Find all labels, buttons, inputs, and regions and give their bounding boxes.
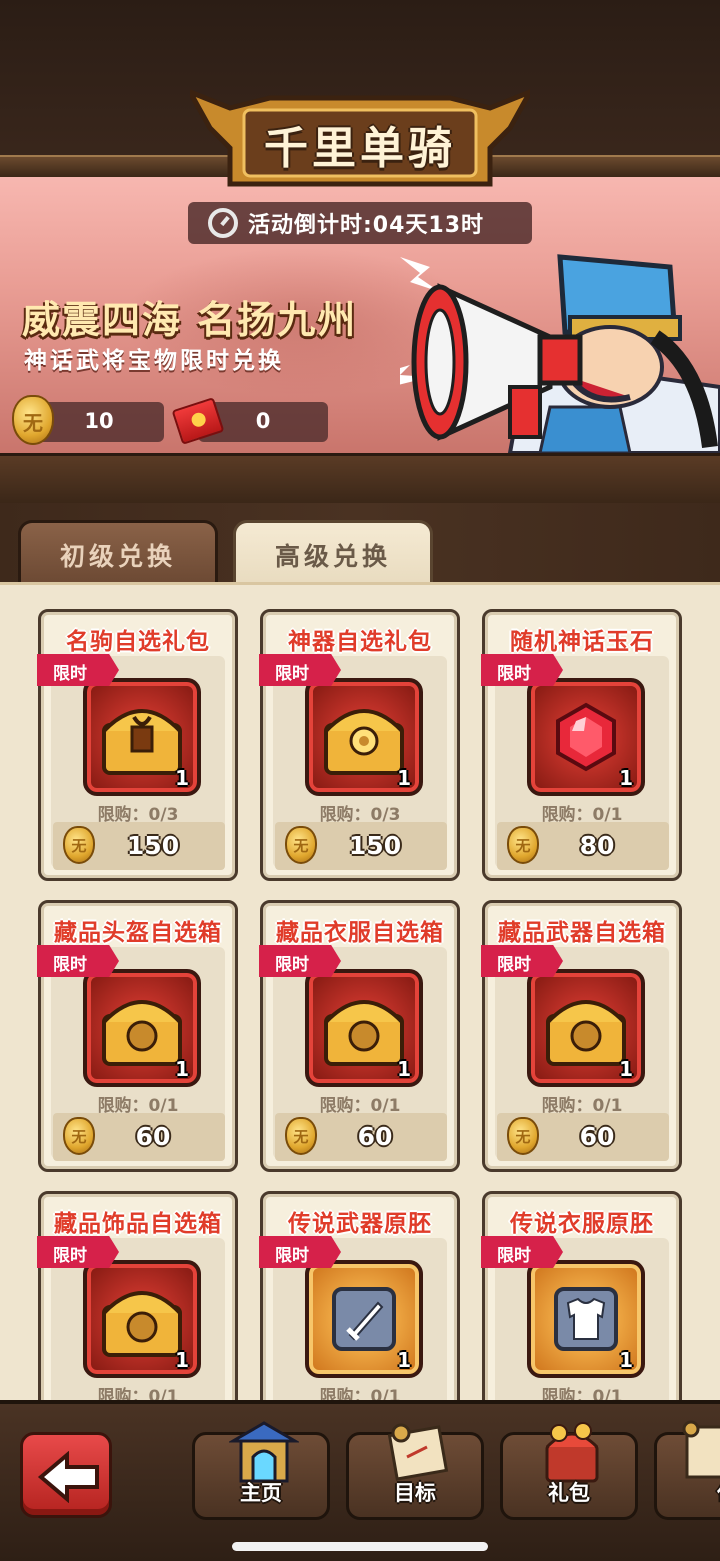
item-card[interactable]: 藏品头盔自选箱 限时 1 限购：0/1 60	[37, 900, 238, 1172]
back-button[interactable]	[20, 1432, 112, 1518]
item-quantity: 1	[175, 1348, 189, 1372]
purchase-limit: 限购：0/1	[319, 1387, 401, 1402]
item-quantity: 1	[397, 1057, 411, 1081]
limited-time-tag: 限时	[481, 945, 563, 977]
item-quantity: 1	[619, 1057, 633, 1081]
price-bar: 60	[53, 1113, 225, 1161]
item-name: 藏品衣服自选箱	[276, 920, 444, 946]
item-card[interactable]: 随机神话玉石 限时 1 限购：0/1 80	[481, 609, 682, 881]
item-card[interactable]: 神器自选礼包 限时 1 限购：0/3 150	[259, 609, 460, 881]
nav-home-button[interactable]: 主页	[192, 1421, 330, 1520]
item-price: 60	[135, 1122, 171, 1151]
item-card[interactable]: 藏品饰品自选箱 限时 1 限购：0/1	[37, 1191, 238, 1402]
item-name: 传说衣服原胚	[510, 1211, 654, 1237]
banner-wood-bar	[0, 453, 720, 503]
tab-advanced-exchange[interactable]: 高级兑换	[233, 520, 433, 582]
event-banner: 活动倒计时:04天13时 威震四海 名扬九州 神话武将宝物限时兑换 10 0	[0, 177, 720, 453]
item-card[interactable]: 传说武器原胚 限时 1 限购：0/1	[259, 1191, 460, 1402]
coin-icon	[63, 826, 95, 864]
item-name: 藏品武器自选箱	[498, 920, 666, 946]
item-card[interactable]: 藏品衣服自选箱 限时 1 限购：0/1 60	[259, 900, 460, 1172]
tab-basic-exchange[interactable]: 初级兑换	[18, 520, 218, 582]
item-name: 神器自选礼包	[288, 629, 432, 655]
coin-icon	[507, 1117, 539, 1155]
bottom-navigation: 主页 目标 礼包 任	[0, 1400, 720, 1561]
nav-task-button[interactable]: 任	[654, 1420, 720, 1520]
purchase-limit: 限购：0/1	[97, 1387, 179, 1402]
item-frame: 1	[83, 1260, 201, 1378]
item-quantity: 1	[619, 766, 633, 790]
coin-icon	[12, 395, 54, 445]
item-frame: 1	[305, 678, 423, 796]
banner-subtitle: 神话武将宝物限时兑换	[24, 348, 284, 374]
item-name: 藏品饰品自选箱	[54, 1211, 222, 1237]
item-quantity: 1	[397, 766, 411, 790]
coin-icon	[63, 1117, 95, 1155]
price-bar: 80	[497, 822, 669, 870]
coin-icon	[507, 826, 539, 864]
nav-task-label: 任	[675, 1477, 720, 1507]
clock-icon	[208, 208, 238, 238]
item-name: 随机神话玉石	[510, 629, 654, 655]
item-frame: 1	[305, 1260, 423, 1378]
limited-time-tag: 限时	[259, 945, 341, 977]
limited-time-tag: 限时	[259, 1236, 341, 1268]
back-arrow-icon	[37, 1451, 99, 1503]
nav-gift-label: 礼包	[548, 1481, 590, 1505]
item-name: 名驹自选礼包	[66, 629, 210, 655]
item-frame: 1	[527, 678, 645, 796]
item-price: 60	[357, 1122, 393, 1151]
item-price: 150	[348, 831, 402, 860]
coin-icon	[285, 1117, 317, 1155]
page-title: 千里单骑	[264, 123, 456, 174]
exchange-grid: 名驹自选礼包 限时 1 限购：0/3 150 神器自选礼包 限时	[0, 582, 720, 1402]
banner-slogan: 威震四海 名扬九州	[22, 298, 358, 342]
nav-goal-button[interactable]: 目标	[346, 1423, 484, 1520]
item-frame: 1	[527, 969, 645, 1087]
nav-gift-button[interactable]: 礼包	[500, 1422, 638, 1520]
hero-megaphone-illustration	[400, 254, 720, 453]
item-frame: 1	[83, 969, 201, 1087]
price-bar: 150	[275, 822, 447, 870]
home-indicator[interactable]	[232, 1542, 488, 1551]
price-bar: 60	[497, 1113, 669, 1161]
nav-goal-label: 目标	[394, 1481, 436, 1505]
coin-icon	[285, 826, 317, 864]
item-frame: 1	[527, 1260, 645, 1378]
item-name: 传说武器原胚	[288, 1211, 432, 1237]
item-quantity: 1	[175, 1057, 189, 1081]
item-quantity: 1	[619, 1348, 633, 1372]
title-plate: 千里单骑	[190, 88, 530, 192]
item-frame: 1	[83, 678, 201, 796]
limited-time-tag: 限时	[259, 654, 341, 686]
nav-home-label: 主页	[240, 1481, 282, 1505]
item-card[interactable]: 名驹自选礼包 限时 1 限购：0/3 150	[37, 609, 238, 881]
countdown-label: 活动倒计时:04天13时	[248, 213, 485, 238]
price-bar: 60	[275, 1113, 447, 1161]
limited-time-tag: 限时	[37, 1236, 119, 1268]
item-quantity: 1	[175, 766, 189, 790]
item-card[interactable]: 藏品武器自选箱 限时 1 限购：0/1 60	[481, 900, 682, 1172]
item-price: 150	[126, 831, 180, 860]
item-quantity: 1	[397, 1348, 411, 1372]
item-price: 80	[579, 831, 615, 860]
purchase-limit: 限购：0/1	[541, 1387, 623, 1402]
price-bar: 150	[53, 822, 225, 870]
item-name: 藏品头盔自选箱	[54, 920, 222, 946]
item-frame: 1	[305, 969, 423, 1087]
limited-time-tag: 限时	[37, 945, 119, 977]
item-card[interactable]: 传说衣服原胚 限时 1 限购：0/1	[481, 1191, 682, 1402]
limited-time-tag: 限时	[37, 654, 119, 686]
limited-time-tag: 限时	[481, 654, 563, 686]
limited-time-tag: 限时	[481, 1236, 563, 1268]
item-price: 60	[579, 1122, 615, 1151]
